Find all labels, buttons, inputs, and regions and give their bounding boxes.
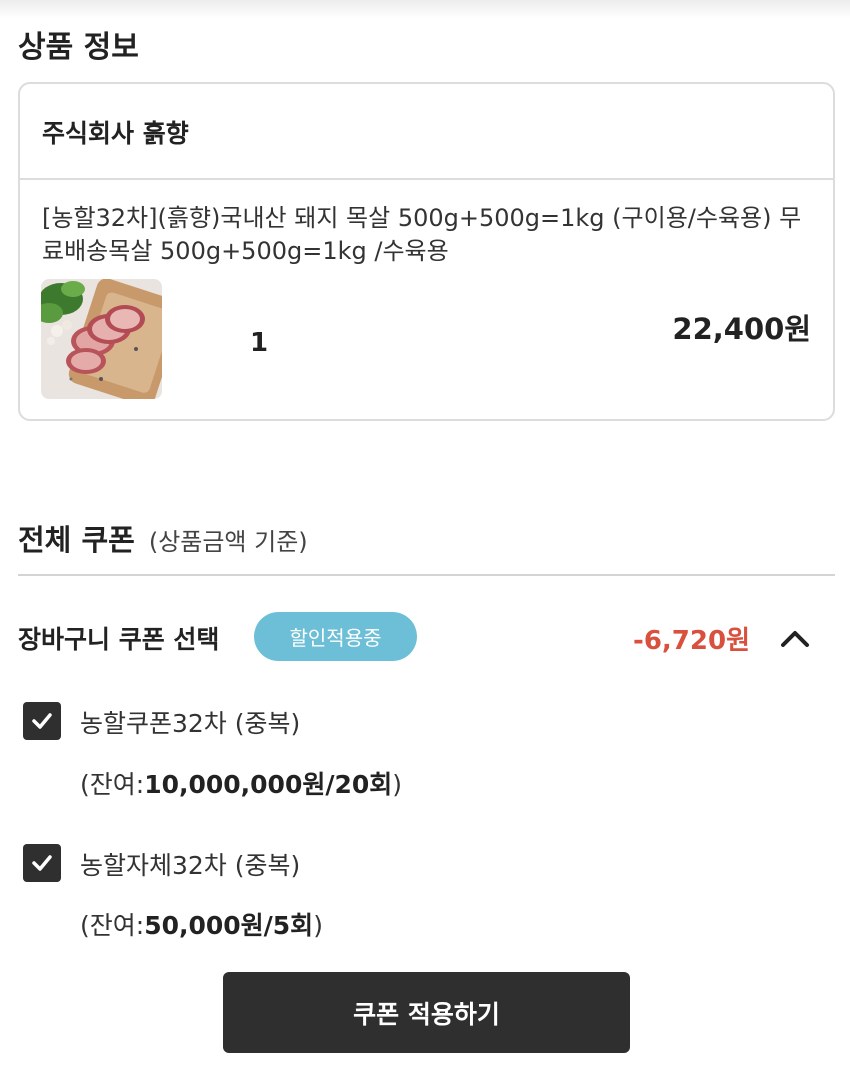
coupon-1-remaining-prefix: (잔여: [80,770,145,799]
product-info-title: 상품 정보 [18,30,139,65]
cart-coupon-label: 장바구니 쿠폰 선택 [18,625,220,654]
section-divider [18,574,835,576]
coupon-1-name: 농할쿠폰32차 (중복) [80,709,301,738]
discount-applied-badge: 할인적용중 [254,612,417,661]
product-name: [농할32차](흙향)국내산 돼지 목살 500g+500g=1kg (구이용/… [42,204,802,265]
coupon-2-checkbox[interactable] [23,844,61,882]
coupon-2-remaining: (잔여:50,000원/5회) [80,906,323,942]
check-icon [32,713,52,729]
check-icon [32,855,52,871]
product-price: 22,400원 [672,312,811,346]
coupon-section-title: 전체 쿠폰 [18,523,135,557]
coupon-2-remaining-suffix: ) [313,911,323,940]
product-card: 주식회사 흙향 [농할32차](흙향)국내산 돼지 목살 500g+500g=1… [18,82,835,421]
top-shade [0,0,850,18]
coupon-section-subtitle: (상품금액 기준) [148,528,308,556]
pork-neck-image [41,279,162,399]
apply-coupon-button[interactable]: 쿠폰 적용하기 [223,972,630,1053]
coupon-2-remaining-prefix: (잔여: [80,911,145,940]
coupon-2-name: 농할자체32차 (중복) [80,851,301,880]
coupon-2-remaining-value: 50,000원/5회 [144,911,314,940]
product-quantity: 1 [250,328,269,358]
product-image[interactable] [41,279,162,399]
coupon-1-checkbox[interactable] [23,702,61,740]
discount-amount: -6,720원 [633,626,750,656]
coupon-header: 전체 쿠폰 (상품금액 기준) [18,517,308,559]
coupon-1-remaining: (잔여:10,000,000원/20회) [80,765,402,801]
seller-name: 주식회사 흙향 [42,119,189,148]
coupon-1-remaining-value: 10,000,000원/20회 [144,770,393,799]
card-divider [20,178,833,180]
coupon-1-remaining-suffix: ) [392,770,403,799]
chevron-up-icon[interactable] [779,622,811,654]
